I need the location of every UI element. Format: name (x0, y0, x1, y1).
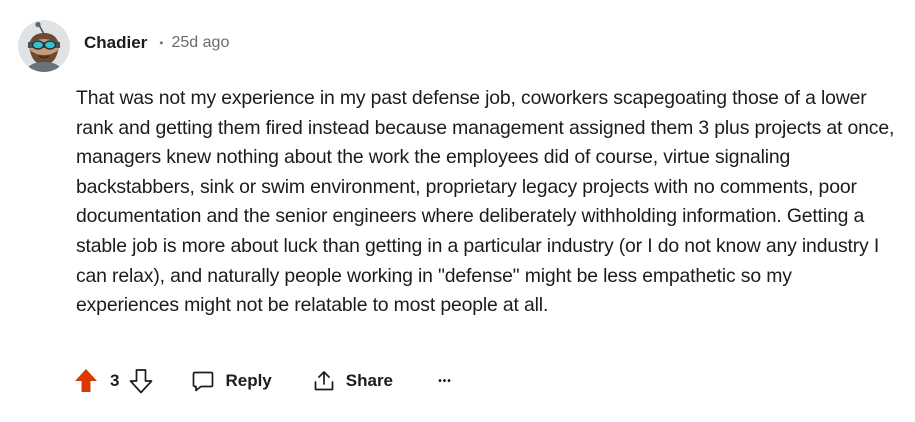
share-arrow-icon (314, 371, 334, 391)
more-options-button[interactable]: ••• (433, 376, 457, 387)
share-button[interactable]: Share (312, 369, 393, 393)
upvote-arrow-icon (75, 369, 97, 392)
comment: Chadier • 25d ago That was not my experi… (0, 0, 915, 422)
vote-score: 3 (110, 371, 120, 390)
ellipsis-icon: ••• (438, 375, 452, 387)
comment-header: Chadier • 25d ago (18, 18, 229, 74)
author-name[interactable]: Chadier (84, 32, 147, 54)
comment-timestamp[interactable]: 25d ago (172, 32, 230, 54)
comment-body: That was not my experience in my past de… (76, 84, 896, 321)
speech-bubble-icon (193, 371, 214, 392)
comment-meta: Chadier • 25d ago (84, 32, 229, 54)
reply-label: Reply (225, 371, 272, 390)
snoo-avatar-icon (18, 20, 70, 72)
reply-button[interactable]: Reply (191, 369, 272, 393)
comment-actions: 3 Reply Share ••• (72, 364, 457, 398)
meta-separator: • (159, 36, 164, 50)
downvote-arrow-icon (130, 369, 153, 394)
avatar[interactable] (18, 20, 70, 72)
comment-text: That was not my experience in my past de… (76, 87, 895, 317)
downvote-button[interactable] (127, 367, 155, 395)
share-label: Share (345, 371, 394, 390)
upvote-button[interactable] (72, 367, 100, 395)
